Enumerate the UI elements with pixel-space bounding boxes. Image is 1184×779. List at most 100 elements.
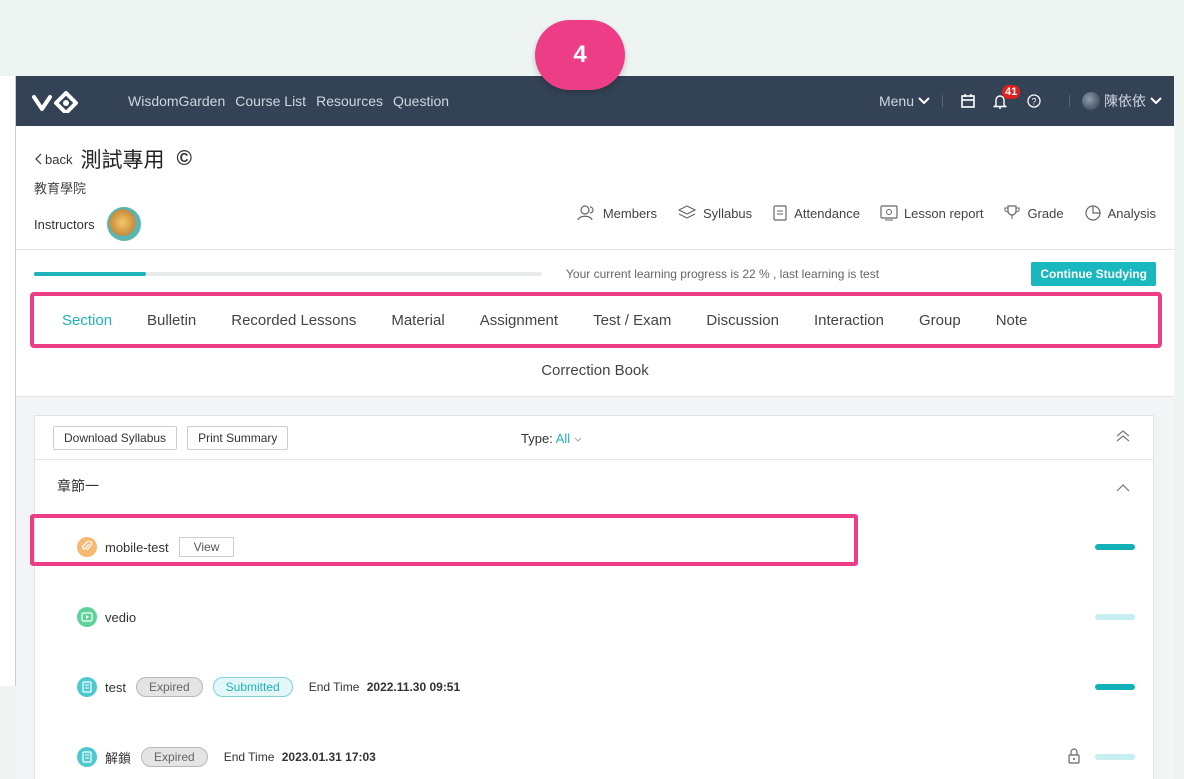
members-icon	[577, 205, 594, 221]
submitted-badge: Submitted	[212, 677, 293, 697]
nav-question[interactable]: Question	[393, 93, 449, 109]
end-time-value: 2023.01.31 17:03	[281, 750, 376, 764]
collapse-all-icon[interactable]	[1115, 428, 1131, 449]
notification-count-badge: 41	[1002, 84, 1021, 99]
tool-members[interactable]: Members	[577, 205, 657, 221]
section-card: Download Syllabus Print Summary Type: Al…	[34, 415, 1154, 779]
list-item[interactable]: vedio	[35, 602, 1155, 632]
completion-indicator	[1095, 614, 1135, 620]
chapter-title: 章節一	[57, 478, 99, 494]
back-label: back	[45, 151, 73, 167]
course-header: back 測試專用 © 教育學院 Instructors Members Syl…	[16, 126, 1174, 250]
chevron-down-icon	[918, 97, 930, 105]
card-toolbar: Download Syllabus Print Summary Type: Al…	[35, 416, 1153, 460]
tab-group[interactable]: Group	[919, 312, 961, 329]
tab-correction-book[interactable]: Correction Book	[16, 362, 1174, 379]
instructors-label: Instructors	[34, 216, 95, 232]
app-window: WisdomGarden Course List Resources Quest…	[16, 76, 1174, 779]
chevron-left-icon	[35, 153, 42, 165]
brand-link[interactable]: WisdomGarden	[128, 93, 225, 109]
tool-label: Attendance	[794, 205, 860, 221]
tool-label: Members	[602, 205, 658, 221]
progress-bar	[34, 272, 542, 276]
chevron-down-icon	[1150, 97, 1162, 105]
progress-text: Your current learning progress is 22 % ,…	[566, 267, 880, 281]
print-summary-button[interactable]: Print Summary	[187, 425, 289, 450]
step-badge: 4	[535, 20, 625, 90]
calendar-icon[interactable]	[961, 94, 975, 108]
avatar	[1082, 92, 1100, 110]
user-menu[interactable]: 陳依依	[1082, 91, 1162, 111]
progress-fill	[34, 272, 146, 276]
completion-indicator	[1095, 754, 1135, 760]
nav-course-list[interactable]: Course List	[235, 93, 306, 109]
exam-icon	[77, 677, 97, 697]
course-tabs: Section Bulletin Recorded Lessons Material A…	[30, 292, 1162, 348]
completion-indicator	[1095, 684, 1135, 690]
list-item[interactable]: 解鎖 Expired End Time 2023.01.31 17:03	[35, 742, 1155, 772]
type-label: Type:	[521, 431, 553, 446]
pie-icon	[1084, 205, 1101, 221]
divider	[942, 95, 943, 107]
exam-icon	[77, 747, 97, 767]
tab-note[interactable]: Note	[996, 312, 1028, 329]
end-time: End Time 2022.11.30 09:51	[309, 680, 460, 694]
menu-dropdown[interactable]: Menu	[879, 93, 930, 109]
tool-analysis[interactable]: Analysis	[1084, 204, 1156, 222]
end-time-value: 2022.11.30 09:51	[366, 680, 461, 694]
tool-grade[interactable]: Grade	[1003, 205, 1064, 221]
item-name: vedio	[105, 609, 137, 625]
tab-material[interactable]: Material	[391, 312, 444, 329]
item-name: 解鎖	[105, 750, 132, 766]
status-badge: Expired	[141, 747, 208, 767]
chevron-up-icon[interactable]	[1115, 480, 1131, 496]
continue-studying-button[interactable]: Continue Studying	[1031, 262, 1156, 286]
item-name: test	[105, 679, 126, 695]
video-icon	[77, 607, 97, 627]
course-title: 測試專用	[80, 149, 165, 172]
highlight-box	[30, 514, 858, 566]
bell-icon[interactable]: 41	[993, 84, 1021, 109]
chapter-header[interactable]: 章節一	[35, 460, 1153, 512]
tab-assignment[interactable]: Assignment	[480, 312, 558, 329]
user-name: 陳依依	[1104, 93, 1146, 109]
completion-indicator	[1095, 544, 1135, 550]
logo-icon[interactable]	[32, 88, 92, 114]
tab-bulletin[interactable]: Bulletin	[147, 312, 196, 329]
tool-lesson-report[interactable]: Lesson report	[880, 205, 984, 221]
tool-label: Syllabus	[703, 205, 753, 221]
tab-section[interactable]: Section	[62, 312, 112, 329]
back-button[interactable]: back	[34, 152, 72, 167]
tab-recorded-lessons[interactable]: Recorded Lessons	[231, 312, 356, 329]
tool-label: Analysis	[1107, 205, 1156, 221]
type-filter[interactable]: Type: All	[521, 431, 582, 446]
type-value: All	[555, 431, 571, 446]
copyright-icon: ©	[176, 147, 192, 170]
help-icon[interactable]: ?	[1027, 94, 1041, 108]
instructor-avatar[interactable]	[106, 207, 141, 241]
chevron-down-icon	[574, 437, 582, 442]
list-item[interactable]: test Expired Submitted End Time 2022.11.…	[35, 672, 1155, 702]
lock-icon	[1067, 748, 1081, 767]
course-tools: Members Syllabus Attendance Lesson repor…	[557, 204, 1156, 222]
syllabus-icon	[677, 205, 697, 219]
status-badge: Expired	[135, 677, 203, 697]
end-time-label: End Time	[223, 750, 275, 764]
content-area: Download Syllabus Print Summary Type: Al…	[16, 396, 1174, 779]
trophy-icon	[1004, 205, 1021, 219]
end-time-label: End Time	[308, 680, 360, 694]
tool-attendance[interactable]: Attendance	[772, 205, 860, 221]
tool-label: Grade	[1027, 205, 1064, 221]
tab-discussion[interactable]: Discussion	[706, 312, 779, 329]
tab-test-exam[interactable]: Test / Exam	[593, 312, 671, 329]
left-frame	[0, 76, 16, 686]
tab-interaction[interactable]: Interaction	[814, 312, 884, 329]
progress-row: Your current learning progress is 22 % ,…	[34, 262, 1156, 286]
divider	[1069, 95, 1070, 107]
nav-resources[interactable]: Resources	[316, 93, 383, 109]
download-syllabus-button[interactable]: Download Syllabus	[53, 425, 178, 450]
tool-syllabus[interactable]: Syllabus	[677, 205, 752, 221]
attendance-icon	[773, 205, 787, 221]
tool-label: Lesson report	[903, 205, 984, 221]
college-name: 教育學院	[34, 181, 87, 196]
